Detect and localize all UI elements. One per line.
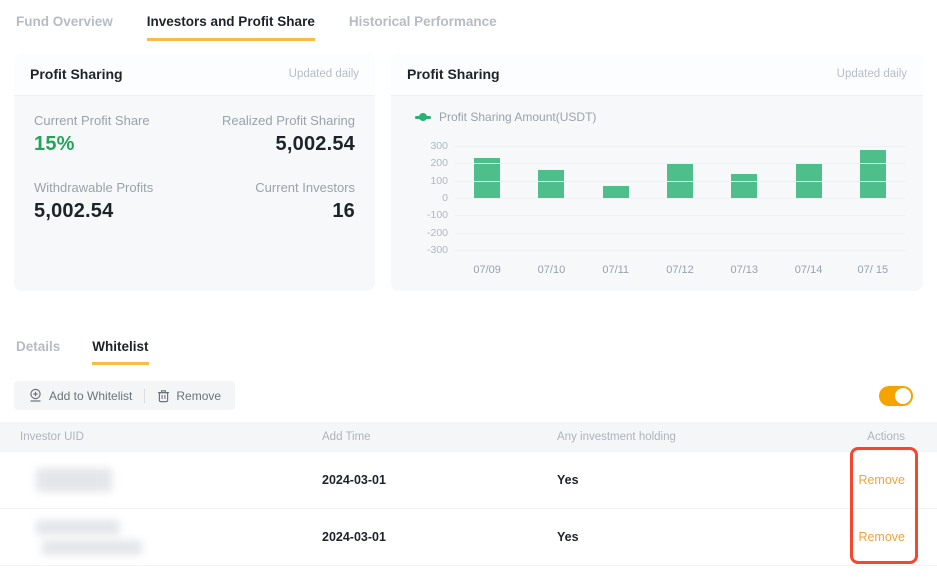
summary-cards-row: Profit Sharing Updated daily Current Pro… <box>14 53 923 291</box>
y-axis-tick-label: -100 <box>427 209 455 221</box>
table-row: 2024-03-01YesRemove <box>0 509 937 566</box>
table-header-cell: Any investment holding <box>557 431 817 443</box>
stat-label: Realized Profit Sharing <box>195 113 356 128</box>
legend-label: Profit Sharing Amount(USDT) <box>439 110 596 124</box>
y-axis-tick-label: 0 <box>442 192 455 204</box>
stats-card-header: Profit Sharing Updated daily <box>14 53 375 96</box>
top-tab-investors-and-profit-share[interactable]: Investors and Profit Share <box>147 14 315 41</box>
profit-sharing-stats-card: Profit Sharing Updated daily Current Pro… <box>14 53 375 291</box>
chart-card-header: Profit Sharing Updated daily <box>391 53 923 96</box>
table-header-cell: Add Time <box>322 431 557 443</box>
fund-management-page: Fund Overview Investors and Profit Share H… <box>0 0 937 579</box>
top-tab-fund-overview[interactable]: Fund Overview <box>16 14 113 41</box>
redacted-uid <box>20 520 322 555</box>
chart-gridline <box>455 215 905 216</box>
trash-icon <box>157 389 170 403</box>
stat-value: 16 <box>195 200 356 223</box>
add-time-cell: 2024-03-01 <box>322 473 557 487</box>
stat-value: 5,002.54 <box>34 200 195 223</box>
add-to-whitelist-icon <box>28 388 43 403</box>
chart-card-updated-label: Updated daily <box>837 68 907 80</box>
whitelist-toolbar: Add to Whitelist Remove <box>14 381 913 410</box>
legend-marker-icon <box>415 116 431 119</box>
chart-gridline <box>455 198 905 199</box>
section-tab-details[interactable]: Details <box>16 339 60 365</box>
stat-label: Current Profit Share <box>34 113 195 128</box>
y-axis-tick-label: 300 <box>430 140 455 152</box>
x-axis-tick-label: 07/ 15 <box>841 264 905 276</box>
remove-row-link[interactable]: Remove <box>817 473 905 487</box>
profit-sharing-bar-chart: 3002001000-100-200-300 07/0907/1007/1107… <box>405 146 905 276</box>
actions-cell: Remove <box>817 530 917 544</box>
stat-item: Current Investors 16 <box>195 180 356 223</box>
chart-gridline <box>455 250 905 251</box>
x-axis-tick-label: 07/14 <box>776 264 840 276</box>
chart-legend: Profit Sharing Amount(USDT) <box>415 110 923 124</box>
whitelist-toggle-switch[interactable] <box>879 386 913 406</box>
chart-gridline <box>455 146 905 147</box>
section-tab-bar: Details Whitelist <box>16 339 921 365</box>
top-tab-bar: Fund Overview Investors and Profit Share H… <box>0 0 937 41</box>
section-tab-whitelist[interactable]: Whitelist <box>92 339 148 365</box>
stat-label: Withdrawable Profits <box>34 180 195 195</box>
remove-button-label: Remove <box>176 389 221 403</box>
stat-value: 15% <box>34 133 195 156</box>
chart-bar <box>603 186 629 198</box>
y-axis-tick-label: -300 <box>427 244 455 256</box>
table-header-cell: Actions <box>817 431 917 443</box>
toggle-knob <box>895 388 911 404</box>
y-axis-tick-label: 200 <box>430 157 455 169</box>
chart-bar <box>731 174 757 198</box>
toolbar-button-group: Add to Whitelist Remove <box>14 381 235 410</box>
stat-value: 5,002.54 <box>195 133 356 156</box>
table-row: 2024-03-01YesRemove <box>0 452 937 509</box>
investor-uid-cell <box>20 520 322 555</box>
profit-sharing-chart-card: Profit Sharing Updated daily Profit Shar… <box>391 53 923 291</box>
stat-item: Realized Profit Sharing 5,002.54 <box>195 113 356 156</box>
holding-cell: Yes <box>557 473 817 487</box>
chart-bar <box>538 170 564 198</box>
stat-label: Current Investors <box>195 180 356 195</box>
x-axis-tick-label: 07/09 <box>455 264 519 276</box>
stats-card-updated-label: Updated daily <box>289 68 359 80</box>
actions-cell: Remove <box>817 473 917 487</box>
y-axis-tick-label: 100 <box>430 175 455 187</box>
remove-row-link[interactable]: Remove <box>817 530 905 544</box>
chart-gridline <box>455 233 905 234</box>
uid-blur-patch <box>36 520 120 535</box>
x-axis-tick-label: 07/11 <box>584 264 648 276</box>
stats-card-title: Profit Sharing <box>30 66 123 82</box>
top-tab-historical-performance[interactable]: Historical Performance <box>349 14 497 41</box>
chart-bar <box>860 150 886 199</box>
stat-item: Current Profit Share 15% <box>34 113 195 156</box>
chart-x-axis-labels: 07/0907/1007/1107/1207/1307/1407/ 15 <box>455 264 905 276</box>
chart-gridline <box>455 163 905 164</box>
remove-button[interactable]: Remove <box>157 389 221 403</box>
chart-plot-area: 3002001000-100-200-300 <box>455 146 905 250</box>
y-axis-tick-label: -200 <box>427 227 455 239</box>
uid-blur-patch <box>42 540 142 555</box>
whitelist-table: Investor UIDAdd TimeAny investment holdi… <box>0 422 937 566</box>
holding-cell: Yes <box>557 530 817 544</box>
stat-item: Withdrawable Profits 5,002.54 <box>34 180 195 223</box>
add-time-cell: 2024-03-01 <box>322 530 557 544</box>
table-header-row: Investor UIDAdd TimeAny investment holdi… <box>0 422 937 452</box>
x-axis-tick-label: 07/10 <box>519 264 583 276</box>
chart-gridline <box>455 181 905 182</box>
table-header-cell: Investor UID <box>20 431 322 443</box>
stats-grid: Current Profit Share 15%Realized Profit S… <box>14 96 375 223</box>
x-axis-tick-label: 07/13 <box>712 264 776 276</box>
toolbar-divider <box>144 389 145 403</box>
investor-uid-cell <box>20 468 322 492</box>
add-to-whitelist-button[interactable]: Add to Whitelist <box>28 388 132 403</box>
redacted-uid <box>20 468 322 492</box>
chart-card-title: Profit Sharing <box>407 66 500 82</box>
add-to-whitelist-label: Add to Whitelist <box>49 389 132 403</box>
uid-blur-patch <box>36 468 112 492</box>
table-body: 2024-03-01YesRemove2024-03-01YesRemove <box>0 452 937 566</box>
x-axis-tick-label: 07/12 <box>648 264 712 276</box>
